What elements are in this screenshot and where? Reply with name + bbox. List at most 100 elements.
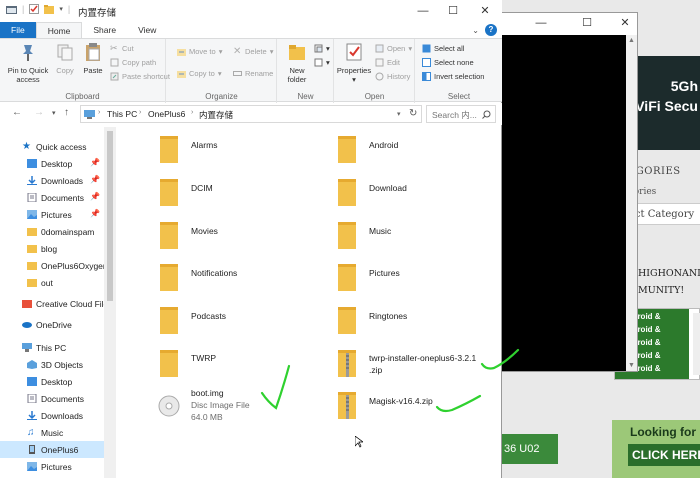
maximize-icon[interactable]: ☐	[575, 13, 599, 33]
customize-toolbar-icon[interactable]: ▾	[59, 5, 63, 13]
nav-pc-documents[interactable]: Documents	[0, 390, 104, 407]
nav-pc-desktop[interactable]: Desktop	[0, 373, 104, 390]
close-icon[interactable]: ✕	[613, 13, 637, 33]
nav-oneplus6oxygen[interactable]: OnePlus6Oxyger	[0, 257, 104, 274]
nav-pc-downloads[interactable]: Downloads	[0, 407, 104, 424]
help-icon[interactable]: ?	[485, 24, 497, 36]
properties-icon[interactable]	[29, 4, 40, 14]
cut-button[interactable]: ✂ Cut	[110, 43, 134, 54]
address-dropdown-icon[interactable]: ▾	[397, 110, 401, 118]
paste-button[interactable]: Paste	[80, 42, 106, 75]
minimize-icon[interactable]: —	[408, 0, 438, 22]
nav-scrollbar[interactable]	[104, 127, 116, 478]
nav-creative-cloud[interactable]: Creative Cloud File	[0, 295, 104, 312]
breadcrumb-internal-storage[interactable]: 内置存储	[199, 109, 233, 121]
file-list: Alarms Android DCIM Download Movies Musi…	[116, 127, 500, 478]
desktop-icon	[27, 377, 37, 386]
breadcrumb-oneplus6[interactable]: OnePlus6	[148, 109, 185, 119]
close-icon[interactable]: ✕	[470, 0, 500, 22]
nav-3d-objects[interactable]: 3D Objects	[0, 356, 104, 373]
pin-to-quick-access-button[interactable]: Pin to Quick access	[4, 42, 52, 84]
file-item[interactable]: Ringtones	[294, 300, 464, 340]
tab-home[interactable]: Home	[35, 22, 83, 38]
delete-button[interactable]: ✕ Delete ▾	[233, 47, 273, 57]
rename-button[interactable]: Rename	[233, 69, 273, 78]
nav-pc-pictures[interactable]: Pictures	[0, 458, 104, 475]
scissors-icon: ✂	[110, 43, 118, 53]
copy-label: Copy	[56, 66, 74, 75]
recent-locations-icon[interactable]: ▾	[52, 109, 56, 117]
open-icon	[375, 44, 384, 53]
properties-button[interactable]: Properties ▾	[335, 42, 373, 84]
file-item[interactable]: Music	[294, 215, 464, 255]
address-bar[interactable]: › This PC › OnePlus6 › 内置存储 ▾ ↻	[80, 105, 422, 123]
nav-label: OneDrive	[36, 319, 72, 330]
file-item[interactable]: Movies	[116, 215, 286, 255]
folder-icon	[160, 179, 178, 206]
site-ad-2[interactable]: Looking for CLICK HERE	[612, 420, 700, 478]
new-folder-button[interactable]: New folder	[282, 42, 312, 84]
nav-0domainspam[interactable]: 0domainspam	[0, 223, 104, 240]
scroll-up-icon[interactable]: ▲	[628, 37, 635, 44]
file-item[interactable]: Pictures	[294, 257, 464, 297]
promo-line-2: MUNITY!	[638, 285, 685, 296]
ad2-click-here: CLICK HERE	[628, 444, 700, 466]
file-item[interactable]: DCIM	[116, 172, 286, 212]
select-none-button[interactable]: Select none	[422, 58, 474, 67]
nav-blog[interactable]: blog	[0, 240, 104, 257]
nav-onedrive[interactable]: OneDrive	[0, 316, 104, 333]
new-item-button[interactable]: ▾	[314, 44, 330, 53]
move-to-button[interactable]: Move to ▾	[177, 47, 222, 56]
tab-view[interactable]: View	[127, 22, 167, 38]
file-item[interactable]: twrp-installer-oneplus6-3.2.1 .zip	[294, 343, 476, 387]
back-arrow-icon[interactable]: ←	[12, 107, 22, 118]
file-item[interactable]: Podcasts	[116, 300, 286, 340]
invert-selection-button[interactable]: Invert selection	[422, 72, 484, 81]
file-item[interactable]: Notifications	[116, 257, 286, 297]
nav-desktop[interactable]: Desktop 📌	[0, 155, 104, 172]
nav-quick-access[interactable]: ★ Quick access	[0, 138, 104, 155]
file-name-extension: .zip	[369, 365, 383, 375]
nav-music[interactable]: ♫ Music	[0, 424, 104, 441]
select-all-button[interactable]: Select all	[422, 44, 464, 53]
title-bar[interactable]: | ▾ | 内置存储 — ☐ ✕	[0, 0, 502, 22]
new-folder-icon[interactable]	[44, 4, 55, 14]
copy-to-button[interactable]: Copy to ▾	[177, 69, 222, 78]
site-bottom-bar[interactable]: 36 U02	[500, 434, 558, 464]
forward-arrow-icon[interactable]: →	[34, 107, 44, 118]
file-item[interactable]: boot.img Disc Image File 64.0 MB	[116, 385, 286, 429]
site-banner[interactable]: 5Gh ViFi Secu	[634, 56, 700, 150]
file-item[interactable]: Download	[294, 172, 464, 212]
breadcrumb-this-pc[interactable]: This PC	[107, 109, 137, 119]
scroll-down-icon[interactable]: ▼	[628, 362, 635, 369]
copy-button[interactable]: Copy	[52, 42, 78, 75]
file-item[interactable]: TWRP	[116, 343, 286, 383]
history-button[interactable]: History	[375, 72, 410, 81]
collapse-ribbon-icon[interactable]: ⌄	[472, 26, 479, 35]
tab-file[interactable]: File	[0, 22, 36, 38]
minimize-icon[interactable]: —	[529, 13, 553, 33]
edit-button[interactable]: Edit	[375, 58, 400, 67]
nav-out[interactable]: out	[0, 274, 104, 291]
file-item[interactable]: Alarms	[116, 129, 286, 169]
maximize-icon[interactable]: ☐	[438, 0, 468, 22]
edit-icon	[375, 58, 384, 67]
file-item[interactable]: Android	[294, 129, 464, 169]
tab-share[interactable]: Share	[82, 22, 127, 38]
nav-label: Documents	[41, 192, 84, 203]
refresh-icon[interactable]: ↻	[409, 108, 417, 119]
easy-access-button[interactable]: ▾	[314, 58, 330, 67]
search-input[interactable]: Search 内...	[426, 105, 496, 123]
file-item[interactable]: Magisk-v16.4.zip	[294, 385, 464, 425]
nav-documents[interactable]: Documents 📌	[0, 189, 104, 206]
scrollbar-thumb[interactable]	[107, 131, 113, 301]
up-arrow-icon[interactable]: ↑	[64, 107, 69, 118]
scrollbar[interactable]: ▲ ▼	[626, 35, 637, 371]
nav-downloads[interactable]: Downloads 📌	[0, 172, 104, 189]
nav-pictures[interactable]: Pictures 📌	[0, 206, 104, 223]
nav-oneplus6[interactable]: OnePlus6	[0, 441, 104, 458]
copy-path-button[interactable]: Copy path	[110, 58, 156, 67]
open-button[interactable]: Open ▾	[375, 44, 412, 53]
nav-this-pc[interactable]: This PC	[0, 339, 104, 356]
paste-shortcut-button[interactable]: Paste shortcut	[110, 72, 170, 81]
